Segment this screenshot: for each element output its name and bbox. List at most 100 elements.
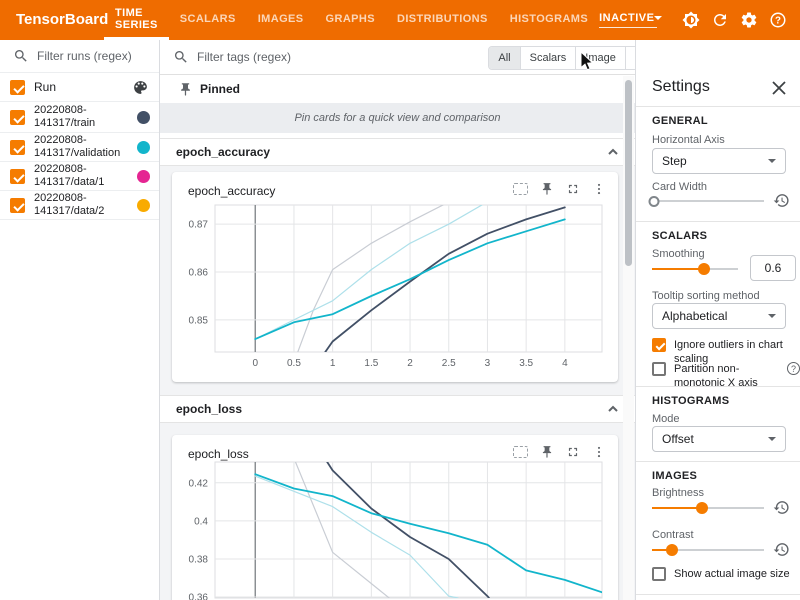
chevron-up-icon[interactable] xyxy=(607,403,619,415)
slider-thumb[interactable] xyxy=(649,196,660,207)
partition-x-axis-checkbox[interactable] xyxy=(652,362,666,376)
help-icon[interactable]: ? xyxy=(769,11,787,29)
gear-icon[interactable] xyxy=(740,11,758,29)
card-actions xyxy=(501,182,606,196)
horizontal-axis-select[interactable]: Step xyxy=(652,148,786,174)
divider xyxy=(636,106,800,107)
filter-runs-input[interactable] xyxy=(37,49,147,63)
section-epoch-loss[interactable]: epoch_loss xyxy=(160,395,635,423)
chevron-down-icon xyxy=(768,159,776,163)
section-title: epoch_loss xyxy=(176,402,242,416)
smoothing-slider[interactable] xyxy=(652,262,738,276)
svg-text:0.42: 0.42 xyxy=(189,478,209,489)
tab-scalars[interactable]: SCALARS xyxy=(169,0,247,40)
close-icon[interactable] xyxy=(772,81,786,95)
images-heading: IMAGES xyxy=(652,470,697,482)
filter-scalars[interactable]: Scalars xyxy=(520,47,576,69)
help-icon[interactable]: ? xyxy=(787,362,800,375)
show-actual-size-checkbox[interactable] xyxy=(652,567,666,581)
smoothing-value-input[interactable] xyxy=(750,255,796,281)
divider xyxy=(636,221,800,222)
horizontal-axis-label: Horizontal Axis xyxy=(652,134,725,146)
pinned-empty-hint: Pin cards for a quick view and compariso… xyxy=(160,103,635,133)
show-actual-size-row[interactable]: Show actual image size xyxy=(652,567,790,581)
run-row[interactable]: 20220808-141317/data/1 xyxy=(0,162,159,191)
slider-thumb[interactable] xyxy=(696,502,708,514)
card-title: epoch_accuracy xyxy=(188,184,275,198)
run-row[interactable]: 20220808-141317/data/2 xyxy=(0,191,159,220)
svg-text:0.86: 0.86 xyxy=(189,268,209,279)
app-bar: TensorBoard TIME SERIES SCALARS IMAGES G… xyxy=(0,0,800,40)
run-row[interactable]: 20220808-141317/train xyxy=(0,102,159,133)
section-epoch-accuracy[interactable]: epoch_accuracy xyxy=(160,138,635,166)
epoch-accuracy-chart[interactable]: 00.511.522.533.540.850.860.87 xyxy=(180,198,617,374)
refresh-icon[interactable] xyxy=(711,11,729,29)
pinned-title: Pinned xyxy=(200,82,240,96)
histogram-mode-select[interactable]: Offset xyxy=(652,426,786,452)
more-options-icon[interactable] xyxy=(592,182,606,196)
reset-icon[interactable] xyxy=(773,541,790,558)
svg-text:0.87: 0.87 xyxy=(189,220,209,231)
runs-column-header: Run xyxy=(34,81,132,94)
svg-text:3: 3 xyxy=(485,358,491,369)
svg-text:0.36: 0.36 xyxy=(189,593,209,600)
settings-panel-title: Settings xyxy=(652,78,710,96)
run-checkbox[interactable] xyxy=(10,198,25,213)
ignore-outliers-checkbox[interactable] xyxy=(652,338,666,352)
run-label: 20220808-141317/train xyxy=(34,104,132,130)
svg-text:0.38: 0.38 xyxy=(189,554,209,565)
slider-thumb[interactable] xyxy=(698,263,710,275)
run-color-dot xyxy=(137,111,150,124)
tooltip-sorting-select[interactable]: Alphabetical xyxy=(652,303,786,329)
chevron-down-icon xyxy=(654,16,662,20)
horizontal-axis-value: Step xyxy=(662,154,687,168)
fullscreen-icon[interactable] xyxy=(566,182,580,196)
epoch-loss-chart[interactable]: 0.360.380.40.42 xyxy=(180,455,617,600)
filter-tags-input[interactable] xyxy=(197,50,397,64)
pin-icon xyxy=(178,82,193,97)
tab-graphs[interactable]: GRAPHS xyxy=(315,0,386,40)
card-width-slider[interactable] xyxy=(652,194,764,208)
appbar-right: INACTIVE ? xyxy=(599,0,800,40)
run-checkbox[interactable] xyxy=(10,140,25,155)
run-color-dot xyxy=(137,141,150,154)
tab-time-series[interactable]: TIME SERIES xyxy=(104,0,169,40)
run-checkbox[interactable] xyxy=(10,169,25,184)
brightness-label: Brightness xyxy=(652,487,704,499)
reset-icon[interactable] xyxy=(773,499,790,516)
filter-image[interactable]: Image xyxy=(575,47,625,69)
main-scrollbar-thumb[interactable] xyxy=(625,80,632,266)
pin-card-icon[interactable] xyxy=(540,182,554,196)
svg-text:2.5: 2.5 xyxy=(442,358,456,369)
chevron-up-icon[interactable] xyxy=(607,146,619,158)
contrast-slider[interactable] xyxy=(652,543,764,557)
svg-text:1: 1 xyxy=(330,358,336,369)
brightness-toggle-icon[interactable] xyxy=(682,11,700,29)
filter-all[interactable]: All xyxy=(489,47,519,69)
runs-sidebar: Run 20220808-141317/train 20220808-14131… xyxy=(0,40,160,600)
run-label: 20220808-141317/data/1 xyxy=(34,163,132,189)
run-label: 20220808-141317/data/2 xyxy=(34,192,132,218)
chevron-down-icon xyxy=(768,314,776,318)
run-checkbox[interactable] xyxy=(10,110,25,125)
svg-text:0.85: 0.85 xyxy=(189,315,209,326)
data-selection-icon[interactable] xyxy=(513,183,528,195)
run-row[interactable]: 20220808-141317/validation xyxy=(0,133,159,162)
slider-thumb[interactable] xyxy=(666,544,678,556)
tab-histograms[interactable]: HISTOGRAMS xyxy=(499,0,599,40)
svg-text:0: 0 xyxy=(252,358,258,369)
top-nav: TIME SERIES SCALARS IMAGES GRAPHS DISTRI… xyxy=(104,0,599,40)
palette-icon[interactable] xyxy=(132,79,149,96)
tab-distributions[interactable]: DISTRIBUTIONS xyxy=(386,0,499,40)
divider xyxy=(636,386,800,387)
select-all-runs-checkbox[interactable] xyxy=(10,80,25,95)
divider xyxy=(636,461,800,462)
reset-icon[interactable] xyxy=(773,192,790,209)
tab-images[interactable]: IMAGES xyxy=(247,0,315,40)
status-label: INACTIVE xyxy=(599,12,654,24)
runs-header-row: Run xyxy=(0,73,159,102)
reload-status-select[interactable]: INACTIVE xyxy=(599,12,657,28)
histogram-mode-label: Mode xyxy=(652,413,680,425)
runs-filter-row xyxy=(0,40,159,73)
brightness-slider[interactable] xyxy=(652,501,764,515)
